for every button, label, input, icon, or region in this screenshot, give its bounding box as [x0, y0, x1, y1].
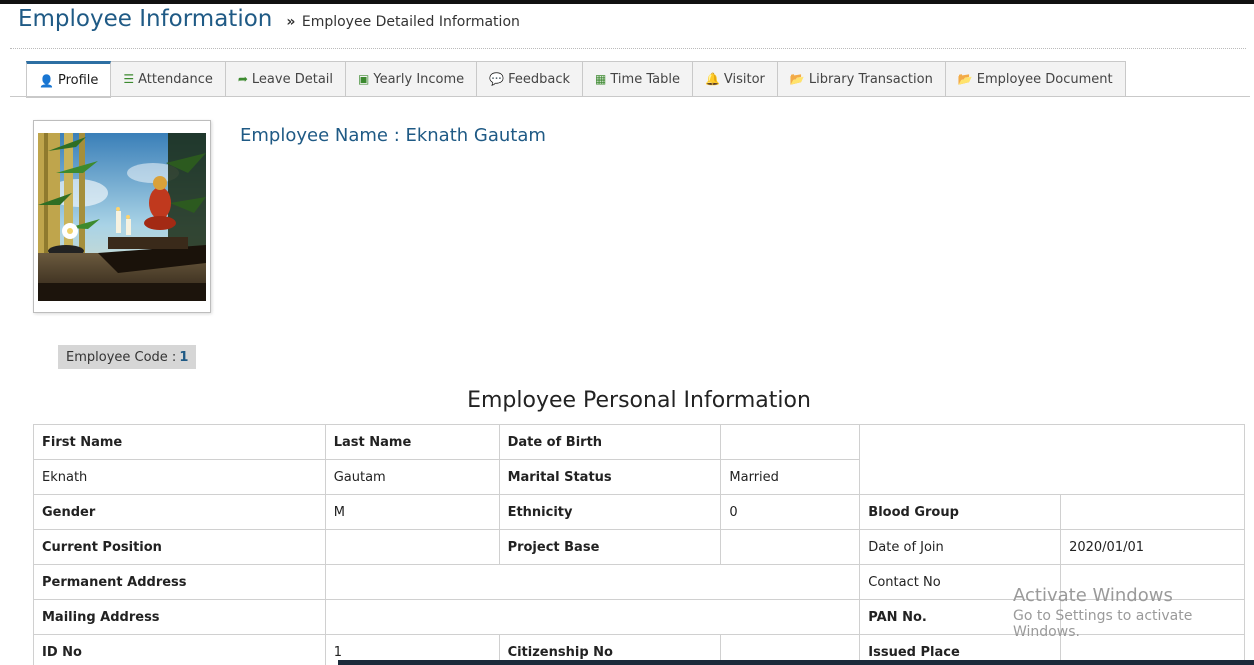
activate-windows-watermark: Activate Windows Go to Settings to activ…: [1013, 585, 1254, 640]
blood-group-value: [1060, 494, 1245, 530]
ethnicity-value: 0: [720, 494, 861, 530]
tab-feedback[interactable]: 💬 Feedback: [477, 61, 584, 97]
dob-value: [720, 424, 861, 460]
list-icon: ☰: [123, 72, 135, 86]
tab-label: Visitor: [723, 71, 765, 87]
tab-visitor[interactable]: 🔔 Visitor: [692, 61, 778, 97]
permanent-address-value: [324, 564, 861, 600]
gender-label: Gender: [33, 494, 326, 530]
comments-icon: 💬: [489, 72, 505, 86]
folder-open-icon: 📂: [957, 72, 973, 86]
tab-library-transaction[interactable]: 📂 Library Transaction: [777, 61, 946, 97]
tab-label: Yearly Income: [373, 71, 465, 87]
employee-code-badge: Employee Code : 1: [58, 345, 197, 369]
page-header: Employee Information » Employee Detailed…: [18, 6, 520, 40]
tab-label: Attendance: [138, 71, 213, 87]
last-name-label: Last Name: [324, 424, 500, 460]
date-of-join-label: Date of Join: [859, 529, 1062, 565]
empty-cell: [859, 424, 1245, 495]
marital-status-label: Marital Status: [498, 459, 722, 495]
tab-label: Employee Document: [976, 71, 1113, 87]
folder-open-icon: 📂: [789, 72, 805, 86]
last-name-value: Gautam: [324, 459, 500, 495]
watermark-subtitle: Go to Settings to activate Windows.: [1013, 608, 1193, 640]
tab-yearly-income[interactable]: ▣ Yearly Income: [346, 61, 478, 97]
employee-code-value: 1: [179, 349, 189, 365]
breadcrumb: » Employee Detailed Information: [286, 14, 520, 30]
tab-leave-detail[interactable]: ➦ Leave Detail: [225, 61, 347, 97]
table-row: Current Position Project Base Date of Jo…: [33, 529, 1245, 565]
project-base-value: [720, 529, 861, 565]
tab-employee-document[interactable]: 📂 Employee Document: [945, 61, 1126, 97]
marital-status-value: Married: [720, 459, 861, 495]
employee-photo: [33, 120, 211, 313]
current-position-value: [324, 529, 500, 565]
tab-label: Library Transaction: [808, 71, 933, 87]
watermark-title: Activate Windows: [1013, 585, 1173, 606]
project-base-label: Project Base: [498, 529, 722, 565]
tab-label: Feedback: [508, 71, 571, 87]
id-no-label: ID No: [33, 634, 326, 665]
tab-time-table[interactable]: ▦ Time Table: [583, 61, 693, 97]
permanent-address-label: Permanent Address: [33, 564, 326, 600]
tab-attendance[interactable]: ☰ Attendance: [111, 61, 226, 97]
employee-photo-image: [38, 133, 206, 301]
first-name-label: First Name: [33, 424, 326, 460]
breadcrumb-separator: »: [286, 14, 296, 30]
page-title: Employee Information: [18, 6, 273, 32]
employee-code-label: Employee Code :: [66, 349, 177, 365]
tab-label: Leave Detail: [251, 71, 334, 87]
table-row: First Name Last Name Date of Birth: [33, 424, 1245, 495]
table-row: Gender M Ethnicity 0 Blood Group: [33, 494, 1245, 530]
header-divider: [10, 48, 1246, 49]
current-position-label: Current Position: [33, 529, 326, 565]
bell-icon: 🔔: [704, 72, 720, 86]
tab-label: Time Table: [610, 71, 680, 87]
section-title: Employee Personal Information: [467, 388, 811, 413]
employee-name: Employee Name : Eknath Gautam: [240, 125, 546, 146]
mailing-address-label: Mailing Address: [33, 599, 326, 635]
user-icon: 👤: [39, 73, 54, 88]
share-arrow-icon: ➦: [237, 72, 248, 86]
breadcrumb-current: Employee Detailed Information: [301, 14, 520, 30]
mailing-address-value: [324, 599, 861, 635]
tab-profile[interactable]: 👤 Profile: [26, 61, 112, 98]
first-name-value: Eknath: [33, 459, 326, 495]
ethnicity-label: Ethnicity: [498, 494, 722, 530]
dob-label: Date of Birth: [498, 424, 722, 460]
tab-bar-baseline: [10, 96, 1250, 97]
money-icon: ▣: [358, 72, 370, 86]
top-strip: [0, 0, 1254, 4]
date-of-join-value: 2020/01/01: [1060, 529, 1245, 565]
gender-value: M: [324, 494, 500, 530]
taskbar-edge: [338, 660, 1254, 665]
blood-group-label: Blood Group: [859, 494, 1062, 530]
calendar-icon: ▦: [595, 72, 607, 86]
tab-bar: 👤 Profile ☰ Attendance ➦ Leave Detail ▣ …: [26, 61, 1126, 98]
tab-label: Profile: [57, 73, 99, 88]
